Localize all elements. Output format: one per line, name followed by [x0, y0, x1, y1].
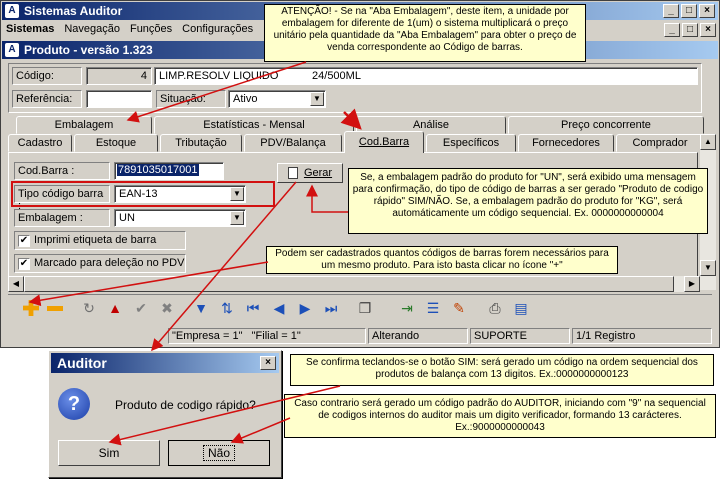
arrow-cod-barra-tab	[340, 108, 362, 130]
arrow-nao	[230, 417, 291, 444]
annotation-arrows	[28, 61, 362, 446]
arrow-sim	[108, 385, 341, 446]
arrow-atencao-embalagem	[126, 61, 307, 123]
tab-cod-barra-label: Cod.Barra	[358, 136, 410, 148]
arrow-gerar-dialog	[151, 181, 297, 352]
arrow-gerar	[306, 184, 348, 213]
tab-cod-barra[interactable]: Cod.Barra	[344, 131, 424, 153]
arrow-add-icon	[28, 261, 269, 307]
